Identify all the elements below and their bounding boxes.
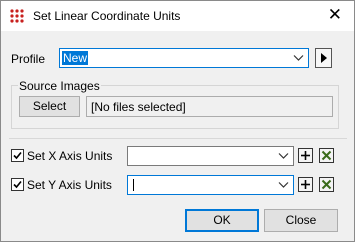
- window-title: Set Linear Coordinate Units: [33, 9, 181, 23]
- delete-x-icon: [321, 179, 332, 190]
- y-axis-units-dropdown[interactable]: [127, 175, 294, 195]
- y-axis-add-button[interactable]: [298, 177, 313, 192]
- plus-icon: [301, 180, 310, 189]
- x-axis-label: Set X Axis Units: [27, 149, 113, 163]
- x-axis-delete-button[interactable]: [319, 148, 334, 163]
- profile-dropdown[interactable]: New: [59, 48, 309, 68]
- play-arrow-icon: [321, 53, 327, 63]
- divider: [9, 138, 347, 139]
- checkmark-icon: [13, 151, 22, 160]
- profile-menu-button[interactable]: [315, 48, 332, 68]
- dialog-window: Set Linear Coordinate Units ✕ Profile Ne…: [0, 0, 355, 242]
- profile-label: Profile: [11, 52, 46, 66]
- checkmark-icon: [13, 180, 22, 189]
- delete-x-icon: [321, 150, 332, 161]
- app-icon: [10, 9, 24, 23]
- ok-button[interactable]: OK: [185, 209, 259, 232]
- y-axis-delete-button[interactable]: [319, 177, 334, 192]
- close-button[interactable]: Close: [264, 209, 338, 232]
- chevron-down-icon: [293, 55, 304, 61]
- close-window-icon[interactable]: ✕: [328, 5, 342, 25]
- select-files-button[interactable]: Select: [19, 96, 80, 117]
- plus-icon: [301, 151, 310, 160]
- x-axis-checkbox[interactable]: [11, 149, 24, 162]
- title-bar: Set Linear Coordinate Units ✕: [1, 1, 354, 31]
- chevron-down-icon: [278, 182, 289, 188]
- x-axis-add-button[interactable]: [298, 148, 313, 163]
- profile-value: New: [62, 51, 89, 65]
- text-caret: [133, 179, 134, 191]
- x-axis-units-dropdown[interactable]: [127, 146, 294, 166]
- y-axis-label: Set Y Axis Units: [27, 178, 112, 192]
- selected-files-field: [No files selected]: [86, 96, 333, 117]
- source-images-label: Source Images: [18, 79, 101, 93]
- y-axis-checkbox[interactable]: [11, 178, 24, 191]
- chevron-down-icon: [278, 153, 289, 159]
